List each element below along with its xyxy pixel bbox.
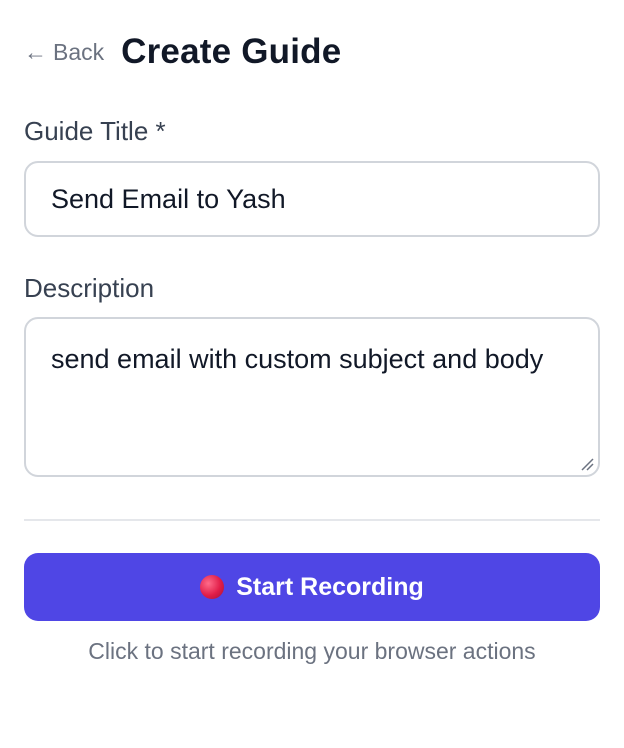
resize-handle-icon[interactable]: [580, 457, 594, 471]
start-recording-button[interactable]: Start Recording: [24, 553, 600, 621]
description-label: Description: [24, 273, 155, 303]
divider: [24, 519, 600, 521]
record-dot-icon: [200, 575, 225, 599]
guide-title-input[interactable]: Send Email to Yash: [24, 161, 600, 237]
recording-hint: Click to start recording your browser ac…: [88, 638, 536, 664]
guide-title-label: Guide Title *: [24, 116, 166, 146]
back-link[interactable]: ← Back: [24, 39, 104, 66]
page-title: Create Guide: [121, 32, 342, 71]
create-guide-panel: ← Back Create Guide Guide Title * Send E…: [24, 0, 600, 664]
back-label: Back: [53, 38, 105, 65]
start-recording-label: Start Recording: [236, 572, 424, 601]
guide-title-value: Send Email to Yash: [51, 183, 286, 214]
description-value: send email with custom subject and body: [51, 344, 544, 374]
description-textarea[interactable]: send email with custom subject and body: [24, 317, 600, 477]
back-arrow-icon: ←: [24, 38, 47, 65]
header: ← Back Create Guide: [24, 0, 600, 104]
